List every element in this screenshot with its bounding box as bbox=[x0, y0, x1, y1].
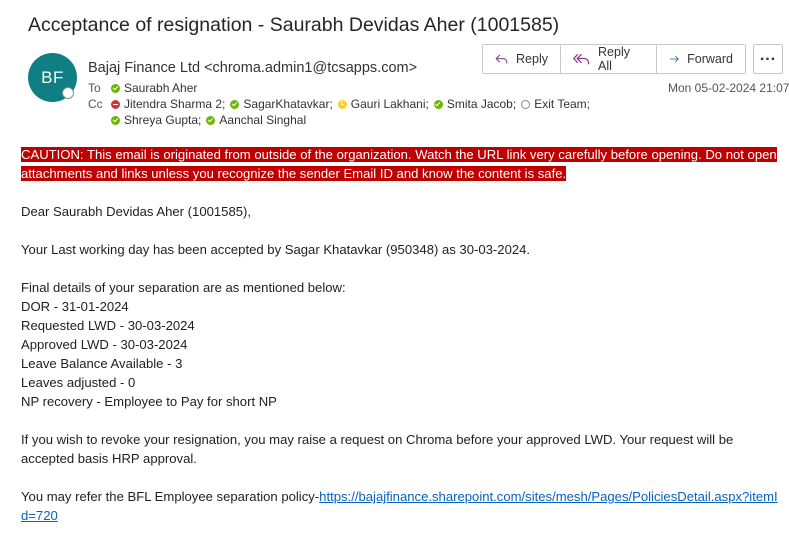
detail-approved-lwd: Approved LWD - 30-03-2024 bbox=[21, 337, 188, 352]
lwd-accepted-text: Your Last working day has been accepted … bbox=[21, 242, 531, 257]
cc-recipients-line1: Jitendra Sharma 2; SagarKhatavkar; Gauri L… bbox=[111, 97, 590, 112]
recipient-name: SagarKhatavkar; bbox=[243, 97, 333, 111]
external-caution-banner: CAUTION: This email is originated from o… bbox=[21, 147, 777, 181]
recipient-item[interactable]: Exit Team; bbox=[521, 97, 590, 111]
presence-available-icon bbox=[230, 99, 240, 109]
action-button-group: Reply Reply All Forward bbox=[482, 44, 746, 74]
reply-label: Reply bbox=[516, 52, 548, 66]
to-label: To bbox=[88, 81, 101, 95]
recipient-name: Gauri Lakhani; bbox=[350, 97, 429, 111]
forward-arrow-icon bbox=[669, 55, 679, 63]
presence-offline-icon bbox=[521, 99, 531, 109]
sender-name[interactable]: Bajaj Finance Ltd <chroma.admin1@tcsapps… bbox=[88, 60, 417, 76]
to-recipients: Saurabh Aher bbox=[111, 81, 197, 96]
presence-available-icon bbox=[206, 115, 216, 125]
email-subject: Acceptance of resignation - Saurabh Devi… bbox=[28, 14, 560, 36]
recipient-name: Jitendra Sharma 2; bbox=[124, 97, 226, 111]
forward-label: Forward bbox=[687, 52, 733, 66]
recipient-item[interactable]: SagarKhatavkar; bbox=[230, 97, 333, 111]
more-options-button[interactable]: ... bbox=[753, 44, 783, 74]
presence-available-icon bbox=[111, 83, 120, 93]
reply-all-button[interactable]: Reply All bbox=[561, 45, 657, 73]
revoke-note: If you wish to revoke your resignation, … bbox=[21, 432, 734, 466]
avatar-presence-icon bbox=[62, 87, 74, 99]
policy-prefix: You may refer the BFL Employee separatio… bbox=[21, 489, 320, 504]
recipient-name: Exit Team; bbox=[534, 97, 591, 111]
cc-recipients-line2: Shreya Gupta; Aanchal Singhal bbox=[111, 113, 306, 128]
presence-busy-icon bbox=[111, 99, 120, 109]
recipient-item[interactable]: Saurabh Aher bbox=[111, 81, 197, 95]
detail-np-recovery: NP recovery - Employee to Pay for short … bbox=[21, 394, 277, 409]
recipient-item[interactable]: Jitendra Sharma 2; bbox=[111, 97, 225, 111]
forward-button[interactable]: Forward bbox=[657, 45, 745, 73]
recipient-name: Aanchal Singhal bbox=[219, 113, 307, 127]
detail-requested-lwd: Requested LWD - 30-03-2024 bbox=[21, 318, 195, 333]
email-body: CAUTION: This email is originated from o… bbox=[21, 145, 781, 525]
presence-available-icon bbox=[433, 99, 443, 109]
reply-arrow-icon bbox=[495, 54, 508, 64]
recipient-item[interactable]: Shreya Gupta; bbox=[111, 113, 201, 127]
reply-all-label: Reply All bbox=[598, 45, 630, 73]
recipient-name: Saurabh Aher bbox=[124, 81, 198, 95]
recipient-item[interactable]: Aanchal Singhal bbox=[206, 113, 306, 127]
recipient-item[interactable]: Gauri Lakhani; bbox=[337, 97, 429, 111]
recipient-name: Smita Jacob; bbox=[446, 97, 517, 111]
detail-leave-balance: Leave Balance Available - 3 bbox=[21, 356, 183, 371]
received-date: Mon 05-02-2024 21:07 bbox=[668, 81, 789, 95]
greeting: Dear Saurabh Devidas Aher (1001585), bbox=[21, 204, 252, 219]
details-intro: Final details of your separation are as … bbox=[21, 280, 346, 295]
presence-away-icon bbox=[337, 99, 347, 109]
reply-button[interactable]: Reply bbox=[483, 45, 561, 73]
reply-all-arrow-icon bbox=[573, 53, 590, 65]
policy-line: You may refer the BFL Employee separatio… bbox=[21, 487, 781, 525]
more-horizontal-icon: ... bbox=[759, 47, 777, 64]
detail-dor: DOR - 31-01-2024 bbox=[21, 299, 129, 314]
detail-leaves-adjusted: Leaves adjusted - 0 bbox=[21, 375, 136, 390]
cc-label: Cc bbox=[88, 97, 103, 111]
recipient-name: Shreya Gupta; bbox=[124, 113, 202, 127]
recipient-item[interactable]: Smita Jacob; bbox=[433, 97, 517, 111]
presence-available-icon bbox=[111, 115, 120, 125]
